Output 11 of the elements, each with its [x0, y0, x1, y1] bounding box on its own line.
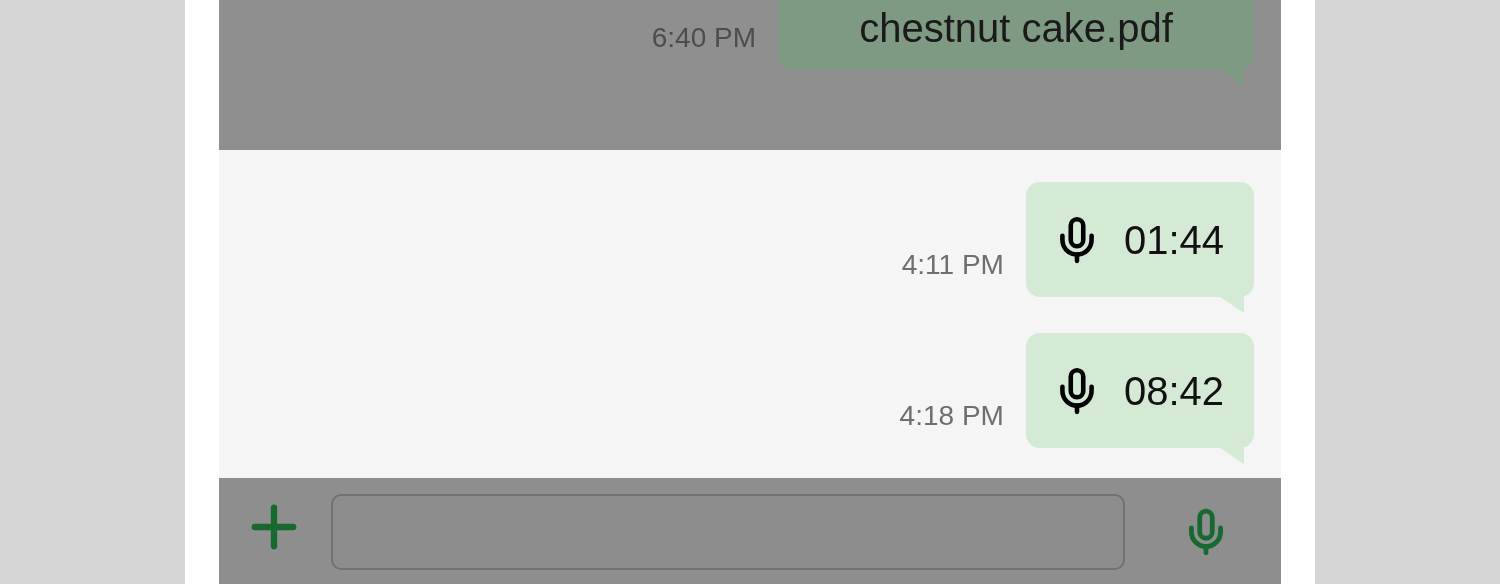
- message-time: 4:11 PM: [901, 251, 1004, 282]
- message-time: 6:40 PM: [651, 24, 756, 55]
- voice-duration: 01:44: [1123, 219, 1224, 260]
- file-message[interactable]: chestnut cake.pdf: [778, 0, 1254, 70]
- voice-duration: 08:42: [1123, 370, 1224, 411]
- voice-message[interactable]: 08:42: [1025, 333, 1254, 448]
- message-time: 4:18 PM: [899, 402, 1004, 433]
- file-name: chestnut cake.pdf: [859, 8, 1173, 48]
- message-input[interactable]: [331, 494, 1125, 570]
- bubble-tail: [1220, 297, 1244, 313]
- voice-message[interactable]: 01:44: [1025, 182, 1254, 297]
